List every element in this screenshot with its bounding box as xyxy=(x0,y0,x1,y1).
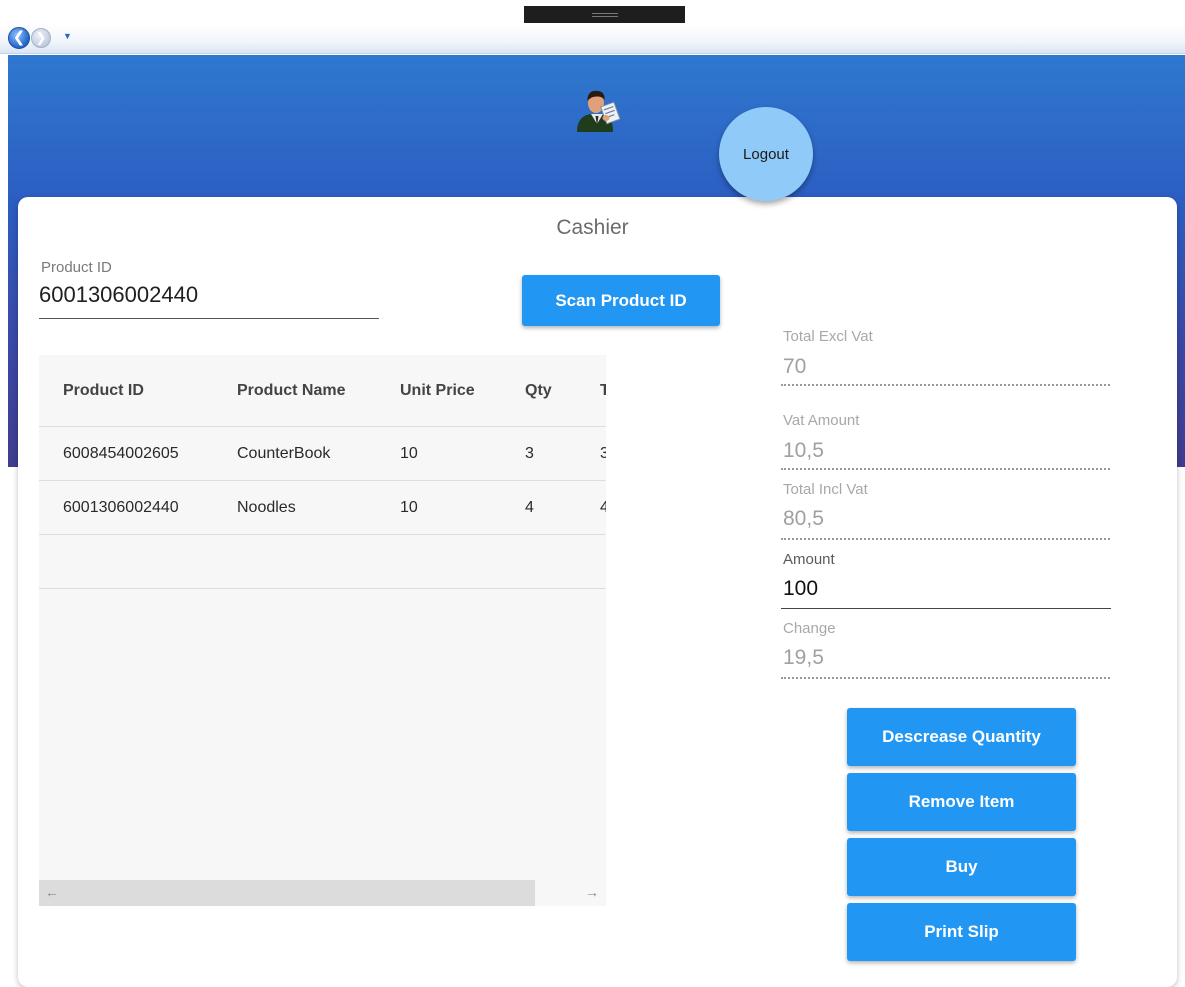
total-excl-vat-value: 70 xyxy=(783,355,807,378)
grip-line xyxy=(592,16,618,17)
vat-amount-label: Vat Amount xyxy=(783,412,860,429)
cell-qty: 3 xyxy=(525,444,534,462)
forward-arrow-icon[interactable]: ❯ xyxy=(31,28,51,48)
horizontal-scrollbar[interactable]: ← → xyxy=(39,880,606,906)
decrease-quantity-button[interactable]: Descrease Quantity xyxy=(847,708,1076,766)
vat-amount-underline xyxy=(781,468,1110,470)
scan-product-id-button[interactable]: Scan Product ID xyxy=(522,275,720,326)
column-header-product-name[interactable]: Product Name xyxy=(237,355,345,426)
amount-input[interactable]: 100 xyxy=(783,577,818,601)
logout-button[interactable]: Logout xyxy=(719,107,813,201)
cell-unit-price: 10 xyxy=(400,444,418,462)
grip-line xyxy=(592,13,618,14)
column-header-total[interactable]: T xyxy=(600,355,606,426)
total-excl-vat-underline xyxy=(781,384,1110,386)
product-id-input[interactable]: 6001306002440 xyxy=(39,282,198,308)
scroll-left-arrow-icon[interactable]: ← xyxy=(45,884,59,900)
app-window: ❮ ❯ ▼ Logout Cashier Product ID 60013060… xyxy=(0,0,1185,987)
cell-total: 4 xyxy=(600,498,606,516)
page-title: Cashier xyxy=(556,216,629,239)
column-header-unit-price[interactable]: Unit Price xyxy=(400,355,475,426)
print-slip-button[interactable]: Print Slip xyxy=(847,903,1076,961)
back-arrow-icon[interactable]: ❮ xyxy=(8,27,30,49)
total-incl-vat-underline xyxy=(781,538,1110,540)
change-value: 19,5 xyxy=(783,646,824,669)
cell-product-id: 6001306002440 xyxy=(63,498,179,516)
buy-button[interactable]: Buy xyxy=(847,838,1076,896)
change-label: Change xyxy=(783,620,836,637)
column-header-qty[interactable]: Qty xyxy=(525,355,552,426)
cell-unit-price: 10 xyxy=(400,498,418,516)
amount-underline xyxy=(781,608,1111,609)
cell-qty: 4 xyxy=(525,498,534,516)
change-underline xyxy=(781,677,1110,679)
table-row-empty[interactable] xyxy=(39,535,606,589)
cell-product-name: CounterBook xyxy=(237,444,331,462)
cashier-user-icon xyxy=(577,90,621,132)
browser-nav-bar: ❮ ❯ ▼ xyxy=(0,24,1185,54)
table-header: Product ID Product Name Unit Price Qty T xyxy=(39,355,606,427)
total-incl-vat-label: Total Incl Vat xyxy=(783,481,868,498)
table-row[interactable]: 6008454002605 CounterBook 10 3 3 xyxy=(39,427,606,481)
product-id-underline xyxy=(39,318,379,319)
cell-product-id: 6008454002605 xyxy=(63,444,179,462)
window-grip[interactable] xyxy=(524,6,685,23)
amount-label: Amount xyxy=(783,551,835,568)
total-excl-vat-label: Total Excl Vat xyxy=(783,328,873,345)
history-dropdown-icon[interactable]: ▼ xyxy=(63,31,72,41)
cell-total: 3 xyxy=(600,444,606,462)
cell-product-name: Noodles xyxy=(237,498,296,516)
total-incl-vat-value: 80,5 xyxy=(783,507,824,530)
vat-amount-value: 10,5 xyxy=(783,439,824,462)
scroll-right-arrow-icon[interactable]: → xyxy=(585,884,599,900)
scrollbar-thumb[interactable] xyxy=(39,880,535,906)
remove-item-button[interactable]: Remove Item xyxy=(847,773,1076,831)
column-header-product-id[interactable]: Product ID xyxy=(63,355,144,426)
cart-table: Product ID Product Name Unit Price Qty T… xyxy=(39,355,606,906)
product-id-label: Product ID xyxy=(41,259,112,276)
table-row[interactable]: 6001306002440 Noodles 10 4 4 xyxy=(39,481,606,535)
